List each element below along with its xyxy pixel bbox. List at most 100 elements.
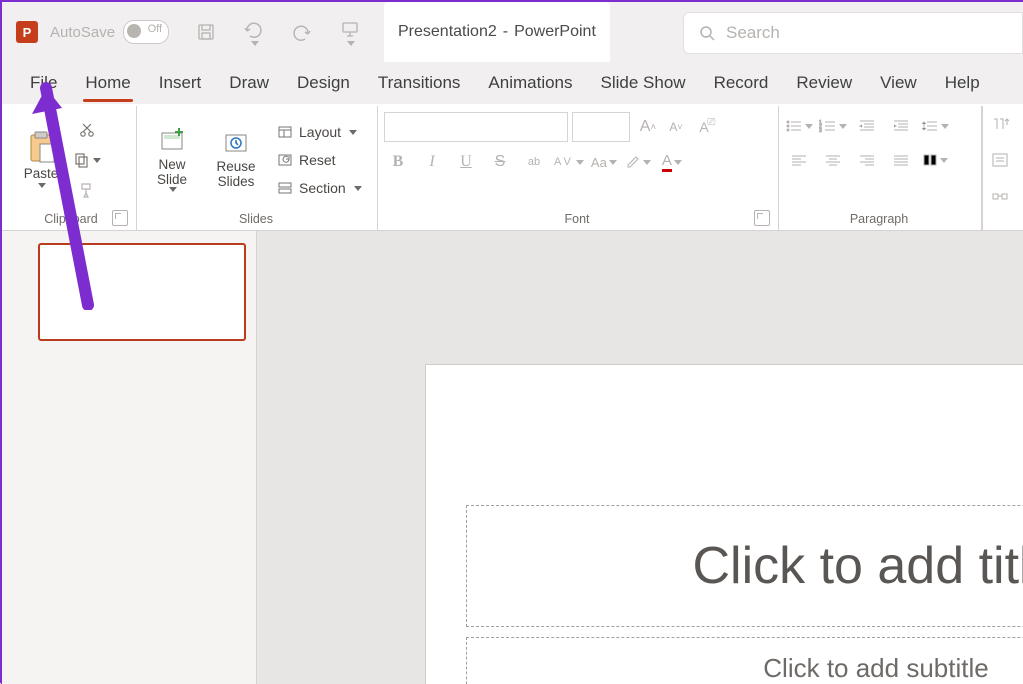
decrease-font-icon[interactable]: A˅ — [662, 113, 690, 141]
subtitle-placeholder[interactable]: Click to add subtitle — [466, 637, 1023, 684]
tab-design[interactable]: Design — [283, 65, 364, 101]
line-spacing-icon[interactable] — [921, 112, 949, 140]
layout-icon — [277, 124, 293, 140]
chevron-down-icon — [251, 41, 259, 46]
section-menu[interactable]: Section — [271, 174, 368, 202]
format-painter-icon[interactable] — [72, 176, 101, 204]
tab-transitions[interactable]: Transitions — [364, 65, 475, 101]
titlebar: P AutoSave Off Presentation2 - PowerPoin… — [2, 2, 1023, 62]
tab-record[interactable]: Record — [700, 65, 783, 101]
save-icon[interactable] — [187, 15, 225, 49]
app-icon: P — [10, 21, 44, 43]
slideshow-from-start-icon[interactable] — [331, 15, 369, 49]
paste-button[interactable]: Paste — [14, 114, 68, 204]
svg-text:3: 3 — [819, 128, 822, 133]
highlight-icon[interactable] — [624, 148, 652, 176]
align-center-icon[interactable] — [819, 146, 847, 174]
tab-slide-show[interactable]: Slide Show — [587, 65, 700, 101]
dialog-launcher-icon[interactable] — [112, 210, 128, 226]
group-paragraph: 123 Paragraph — [779, 106, 982, 230]
chevron-down-icon — [643, 160, 651, 165]
chevron-down-icon — [609, 160, 617, 165]
search-placeholder: Search — [726, 23, 780, 43]
character-spacing-icon[interactable]: AV — [554, 148, 584, 176]
new-slide-label: New Slide — [157, 158, 187, 188]
autosave-toggle[interactable]: Off — [123, 20, 169, 44]
increase-indent-icon[interactable] — [887, 112, 915, 140]
autosave-control[interactable]: AutoSave Off — [50, 20, 169, 44]
smartart-icon[interactable] — [986, 182, 1014, 210]
undo-icon[interactable] — [235, 15, 273, 49]
slide[interactable]: Click to add title Click to add subtitle — [425, 364, 1023, 684]
numbering-icon[interactable]: 123 — [819, 112, 847, 140]
align-vertical-icon[interactable] — [986, 146, 1014, 174]
align-right-icon[interactable] — [853, 146, 881, 174]
chevron-down-icon — [169, 187, 177, 192]
tab-animations[interactable]: Animations — [474, 65, 586, 101]
italic-icon[interactable]: I — [418, 148, 446, 176]
columns-icon[interactable] — [921, 146, 949, 174]
font-size-combo[interactable] — [572, 112, 630, 142]
text-direction-icon[interactable] — [986, 110, 1014, 138]
group-label-slides: Slides — [143, 210, 369, 230]
app-name: PowerPoint — [514, 23, 596, 41]
reuse-slides-button[interactable]: Reuse Slides — [207, 114, 265, 204]
autosave-label: AutoSave — [50, 24, 115, 41]
tab-review[interactable]: Review — [782, 65, 866, 101]
slide-thumbnail[interactable] — [38, 243, 246, 341]
reset-icon — [277, 152, 293, 168]
underline-icon[interactable]: U — [452, 148, 480, 176]
group-clipboard: Paste Clipboard — [8, 106, 137, 230]
search-icon — [698, 24, 716, 42]
cut-icon[interactable] — [72, 116, 101, 144]
slide-canvas[interactable]: Click to add title Click to add subtitle — [257, 231, 1023, 684]
chevron-down-icon — [93, 158, 101, 163]
change-case-icon[interactable]: Aa — [590, 148, 618, 176]
new-slide-button[interactable]: New Slide — [143, 114, 201, 204]
bold-icon[interactable]: B — [384, 148, 412, 176]
chevron-down-icon — [354, 186, 362, 191]
search-box[interactable]: Search — [683, 12, 1023, 54]
chevron-down-icon — [940, 158, 948, 163]
group-font: A˄ A˅ A⎚ B I U S ab AV Aa A Font — [378, 106, 779, 230]
ribbon: Paste Clipboard New Slide Reuse Slides — [2, 104, 1023, 231]
clipboard-icon — [26, 130, 56, 164]
paste-label: Paste — [24, 166, 59, 181]
reset-label: Reset — [299, 152, 336, 168]
document-title: Presentation2 - PowerPoint — [384, 2, 610, 62]
chevron-down-icon — [576, 160, 584, 165]
tab-home[interactable]: Home — [71, 65, 144, 101]
tab-help[interactable]: Help — [931, 65, 994, 101]
strikethrough-icon[interactable]: S — [486, 148, 514, 176]
thumbnail-panel: 1 — [2, 231, 257, 684]
tab-view[interactable]: View — [866, 65, 931, 101]
redo-icon[interactable] — [283, 15, 321, 49]
clear-formatting-icon[interactable]: A⎚ — [690, 113, 718, 141]
chevron-down-icon — [349, 130, 357, 135]
tab-file[interactable]: File — [16, 65, 71, 101]
bullets-icon[interactable] — [785, 112, 813, 140]
layout-menu[interactable]: Layout — [271, 118, 368, 146]
title-placeholder[interactable]: Click to add title — [466, 505, 1023, 627]
text-shadow-icon[interactable]: ab — [520, 148, 548, 176]
justify-icon[interactable] — [887, 146, 915, 174]
group-label-paragraph: Paragraph — [785, 210, 973, 230]
powerpoint-badge: P — [16, 21, 38, 43]
font-name-combo[interactable] — [384, 112, 568, 142]
group-label-clipboard: Clipboard — [14, 210, 128, 230]
copy-icon[interactable] — [72, 146, 101, 174]
tab-insert[interactable]: Insert — [145, 65, 216, 101]
chevron-down-icon — [347, 41, 355, 46]
title-placeholder-text: Click to add title — [692, 536, 1023, 596]
quick-access-toolbar — [187, 15, 369, 49]
doc-name: Presentation2 — [398, 23, 497, 41]
reset-button[interactable]: Reset — [271, 146, 368, 174]
increase-font-icon[interactable]: A˄ — [634, 113, 662, 141]
reuse-slides-label: Reuse Slides — [216, 160, 255, 190]
font-color-icon[interactable]: A — [658, 148, 686, 176]
dialog-launcher-icon[interactable] — [754, 210, 770, 226]
tab-draw[interactable]: Draw — [215, 65, 283, 101]
decrease-indent-icon[interactable] — [853, 112, 881, 140]
work-area: 1 Click to add title Click to add subtit… — [2, 231, 1023, 684]
align-left-icon[interactable] — [785, 146, 813, 174]
